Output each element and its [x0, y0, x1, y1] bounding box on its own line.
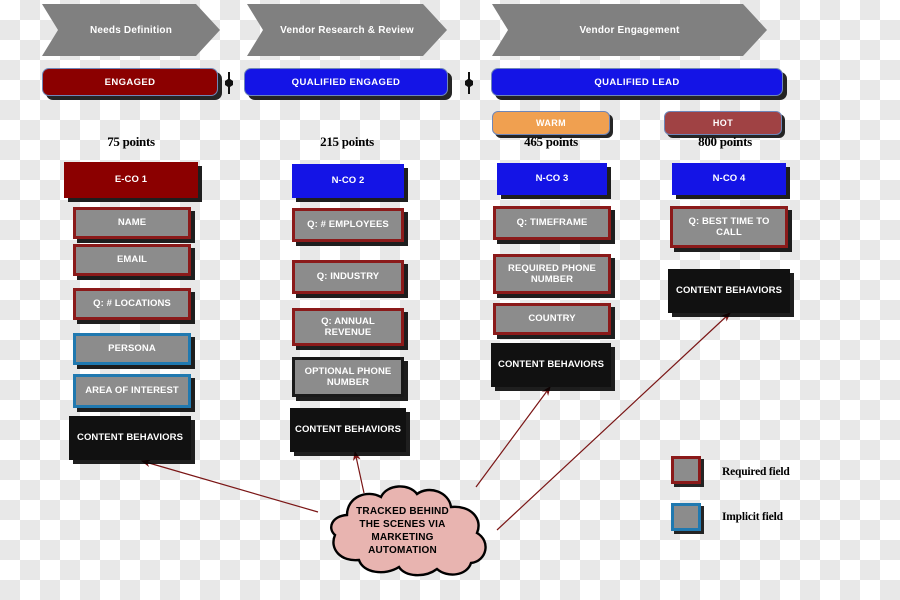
- banner-engaged-label: ENGAGED: [104, 76, 156, 88]
- banner-qualified-lead[interactable]: QUALIFIED LEAD: [491, 68, 783, 96]
- node-col3-country[interactable]: COUNTRY: [493, 303, 611, 335]
- node-col1-name[interactable]: NAME: [73, 207, 191, 239]
- arrow-cloud-to-col1: [140, 459, 319, 513]
- stage-connector-1: [225, 72, 233, 94]
- cloud-line-2: THE SCENES VIA: [359, 518, 446, 530]
- stage-chevron-3-label: Vendor Engagement: [579, 24, 680, 36]
- points-label-col1: 75 points: [107, 134, 155, 149]
- legend-swatch-implicit: [671, 503, 701, 531]
- node-header-col2[interactable]: N-CO 2: [292, 164, 404, 198]
- node-col1-persona[interactable]: PERSONA: [73, 333, 191, 365]
- node-col2-content-behaviors[interactable]: CONTENT BEHAVIORS: [290, 408, 406, 452]
- banner-qualified-engaged-label: QUALIFIED ENGAGED: [291, 76, 401, 88]
- node-header-col4[interactable]: N-CO 4: [672, 163, 786, 195]
- stage-chevron-1-label: Needs Definition: [89, 24, 173, 36]
- banner-qualified-lead-label: QUALIFIED LEAD: [594, 76, 680, 88]
- node-col3-required-phone[interactable]: REQUIRED PHONE NUMBER: [493, 254, 611, 294]
- badge-hot[interactable]: HOT: [664, 111, 782, 135]
- legend-label-required: Required field: [722, 466, 790, 478]
- legend-swatch-required: [671, 456, 701, 484]
- diagram-canvas: Needs Definition Vendor Research & Revie…: [0, 0, 900, 600]
- node-col4-best-time-to-call[interactable]: Q: BEST TIME TO CALL: [670, 206, 788, 248]
- points-label-col3: 465 points: [524, 134, 578, 149]
- node-col1-content-behaviors[interactable]: CONTENT BEHAVIORS: [69, 416, 191, 460]
- banner-qualified-engaged[interactable]: QUALIFIED ENGAGED: [244, 68, 448, 96]
- node-col2-employees[interactable]: Q: # EMPLOYEES: [292, 208, 404, 242]
- banner-engaged[interactable]: ENGAGED: [42, 68, 218, 96]
- node-header-col3[interactable]: N-CO 3: [497, 163, 607, 195]
- stage-chevron-2-label: Vendor Research & Review: [280, 24, 414, 36]
- legend-label-implicit: Implicit field: [722, 511, 783, 523]
- node-header-col1[interactable]: E-CO 1: [64, 162, 198, 198]
- node-col2-annual-revenue[interactable]: Q: ANNUAL REVENUE: [292, 308, 404, 346]
- node-col3-content-behaviors[interactable]: CONTENT BEHAVIORS: [491, 343, 611, 387]
- node-col2-optional-phone[interactable]: OPTIONAL PHONE NUMBER: [292, 357, 404, 397]
- stage-chevron-3[interactable]: Vendor Engagement: [492, 4, 767, 56]
- stage-chevron-1[interactable]: Needs Definition: [42, 4, 220, 56]
- node-col1-locations[interactable]: Q: # LOCATIONS: [73, 288, 191, 320]
- badge-warm[interactable]: WARM: [492, 111, 610, 135]
- badge-warm-label: WARM: [535, 118, 567, 128]
- node-col2-industry[interactable]: Q: INDUSTRY: [292, 260, 404, 294]
- node-col4-content-behaviors[interactable]: CONTENT BEHAVIORS: [668, 269, 790, 313]
- cloud-line-1: TRACKED BEHIND: [356, 505, 449, 517]
- cloud-line-3: MARKETING: [371, 531, 434, 543]
- points-label-col4: 800 points: [698, 134, 752, 149]
- points-label-col2: 215 points: [320, 134, 374, 149]
- cloud-line-4: AUTOMATION: [368, 544, 437, 556]
- cloud-text: TRACKED BEHIND THE SCENES VIA MARKETING …: [305, 483, 500, 578]
- stage-connector-2: [465, 72, 473, 94]
- node-col1-area-of-interest[interactable]: AREA OF INTEREST: [73, 374, 191, 408]
- node-col1-email[interactable]: EMAIL: [73, 244, 191, 276]
- badge-hot-label: HOT: [712, 118, 734, 128]
- node-col3-timeframe[interactable]: Q: TIMEFRAME: [493, 206, 611, 240]
- stage-chevron-2[interactable]: Vendor Research & Review: [247, 4, 447, 56]
- marketing-automation-cloud[interactable]: TRACKED BEHIND THE SCENES VIA MARKETING …: [305, 483, 500, 578]
- arrow-cloud-to-col3: [475, 386, 551, 488]
